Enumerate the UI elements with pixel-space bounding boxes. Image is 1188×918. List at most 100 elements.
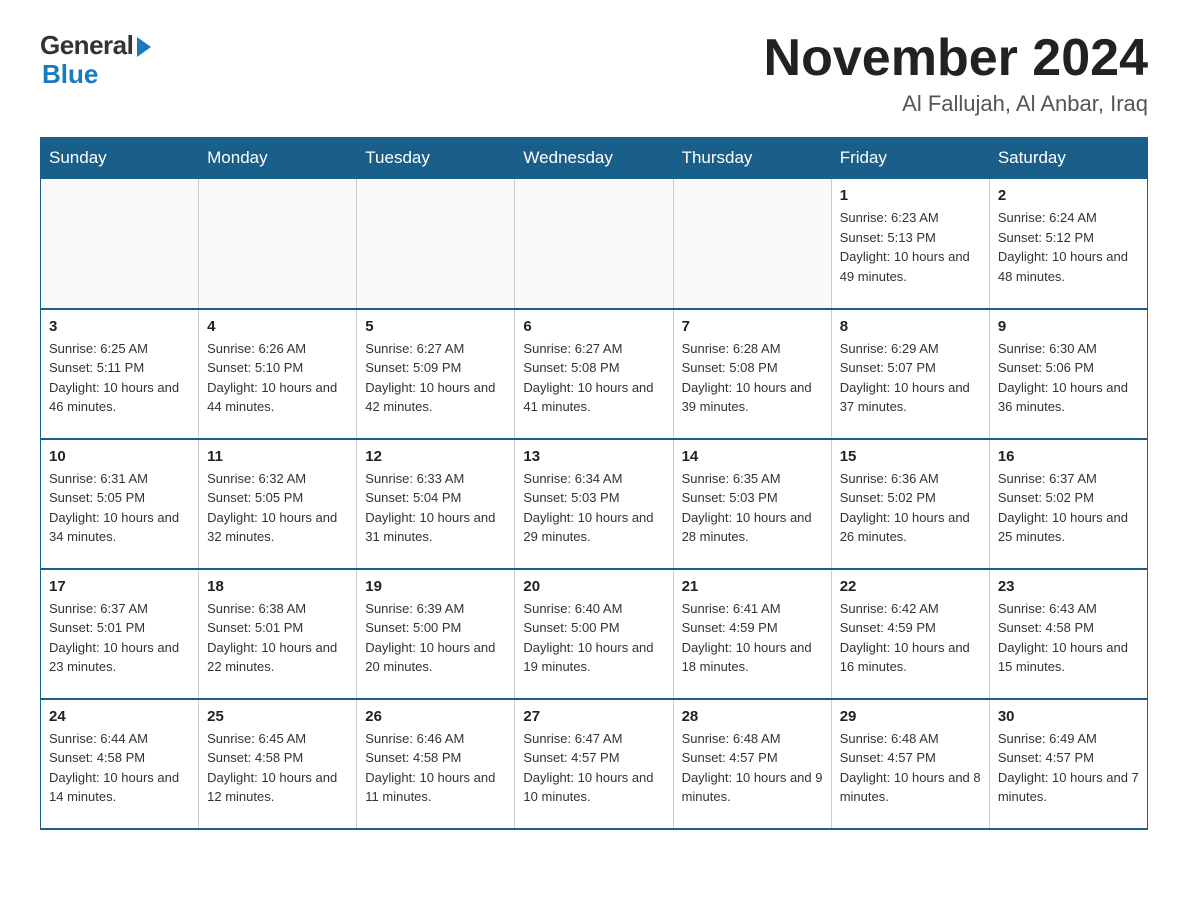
day-number: 25 bbox=[207, 708, 348, 725]
weekday-header-wednesday: Wednesday bbox=[515, 138, 673, 179]
day-info: Sunrise: 6:35 AM Sunset: 5:03 PM Dayligh… bbox=[682, 469, 823, 547]
day-info: Sunrise: 6:48 AM Sunset: 4:57 PM Dayligh… bbox=[682, 729, 823, 807]
day-number: 8 bbox=[840, 318, 981, 335]
month-title: November 2024 bbox=[764, 30, 1148, 87]
day-info: Sunrise: 6:42 AM Sunset: 4:59 PM Dayligh… bbox=[840, 599, 981, 677]
calendar-table: SundayMondayTuesdayWednesdayThursdayFrid… bbox=[40, 137, 1148, 830]
day-info: Sunrise: 6:39 AM Sunset: 5:00 PM Dayligh… bbox=[365, 599, 506, 677]
calendar-day-cell: 24 Sunrise: 6:44 AM Sunset: 4:58 PM Dayli… bbox=[41, 699, 199, 829]
day-info: Sunrise: 6:44 AM Sunset: 4:58 PM Dayligh… bbox=[49, 729, 190, 807]
weekday-header-sunday: Sunday bbox=[41, 138, 199, 179]
day-number: 30 bbox=[998, 708, 1139, 725]
day-info: Sunrise: 6:36 AM Sunset: 5:02 PM Dayligh… bbox=[840, 469, 981, 547]
day-info: Sunrise: 6:27 AM Sunset: 5:08 PM Dayligh… bbox=[523, 339, 664, 417]
weekday-header-saturday: Saturday bbox=[989, 138, 1147, 179]
day-info: Sunrise: 6:37 AM Sunset: 5:01 PM Dayligh… bbox=[49, 599, 190, 677]
day-info: Sunrise: 6:28 AM Sunset: 5:08 PM Dayligh… bbox=[682, 339, 823, 417]
calendar-header: SundayMondayTuesdayWednesdayThursdayFrid… bbox=[41, 138, 1148, 179]
calendar-day-cell: 29 Sunrise: 6:48 AM Sunset: 4:57 PM Dayli… bbox=[831, 699, 989, 829]
calendar-week-row: 17 Sunrise: 6:37 AM Sunset: 5:01 PM Dayli… bbox=[41, 569, 1148, 699]
day-number: 27 bbox=[523, 708, 664, 725]
location-title: Al Fallujah, Al Anbar, Iraq bbox=[764, 91, 1148, 117]
calendar-day-cell: 19 Sunrise: 6:39 AM Sunset: 5:00 PM Dayli… bbox=[357, 569, 515, 699]
weekday-header-monday: Monday bbox=[199, 138, 357, 179]
page-header: General Blue November 2024 Al Fallujah, … bbox=[40, 30, 1148, 117]
day-number: 4 bbox=[207, 318, 348, 335]
day-number: 21 bbox=[682, 578, 823, 595]
day-number: 18 bbox=[207, 578, 348, 595]
day-number: 1 bbox=[840, 187, 981, 204]
day-info: Sunrise: 6:27 AM Sunset: 5:09 PM Dayligh… bbox=[365, 339, 506, 417]
day-number: 17 bbox=[49, 578, 190, 595]
day-info: Sunrise: 6:43 AM Sunset: 4:58 PM Dayligh… bbox=[998, 599, 1139, 677]
day-info: Sunrise: 6:31 AM Sunset: 5:05 PM Dayligh… bbox=[49, 469, 190, 547]
day-info: Sunrise: 6:34 AM Sunset: 5:03 PM Dayligh… bbox=[523, 469, 664, 547]
day-info: Sunrise: 6:46 AM Sunset: 4:58 PM Dayligh… bbox=[365, 729, 506, 807]
calendar-day-cell: 12 Sunrise: 6:33 AM Sunset: 5:04 PM Dayli… bbox=[357, 439, 515, 569]
day-number: 5 bbox=[365, 318, 506, 335]
calendar-day-cell: 9Sunrise: 6:30 AM Sunset: 5:06 PM Daylig… bbox=[989, 309, 1147, 439]
day-info: Sunrise: 6:25 AM Sunset: 5:11 PM Dayligh… bbox=[49, 339, 190, 417]
day-info: Sunrise: 6:33 AM Sunset: 5:04 PM Dayligh… bbox=[365, 469, 506, 547]
day-info: Sunrise: 6:32 AM Sunset: 5:05 PM Dayligh… bbox=[207, 469, 348, 547]
weekday-header-thursday: Thursday bbox=[673, 138, 831, 179]
day-info: Sunrise: 6:41 AM Sunset: 4:59 PM Dayligh… bbox=[682, 599, 823, 677]
calendar-day-cell: 17 Sunrise: 6:37 AM Sunset: 5:01 PM Dayli… bbox=[41, 569, 199, 699]
logo: General Blue bbox=[40, 30, 151, 90]
day-info: Sunrise: 6:47 AM Sunset: 4:57 PM Dayligh… bbox=[523, 729, 664, 807]
calendar-day-cell: 16 Sunrise: 6:37 AM Sunset: 5:02 PM Dayli… bbox=[989, 439, 1147, 569]
logo-general-text: General bbox=[40, 30, 133, 61]
day-number: 12 bbox=[365, 448, 506, 465]
calendar-week-row: 24 Sunrise: 6:44 AM Sunset: 4:58 PM Dayli… bbox=[41, 699, 1148, 829]
day-info: Sunrise: 6:49 AM Sunset: 4:57 PM Dayligh… bbox=[998, 729, 1139, 807]
day-number: 28 bbox=[682, 708, 823, 725]
logo-blue-text: Blue bbox=[42, 59, 98, 90]
calendar-day-cell: 30 Sunrise: 6:49 AM Sunset: 4:57 PM Dayli… bbox=[989, 699, 1147, 829]
weekday-header-tuesday: Tuesday bbox=[357, 138, 515, 179]
logo-arrow-icon bbox=[137, 37, 151, 57]
calendar-day-cell: 25 Sunrise: 6:45 AM Sunset: 4:58 PM Dayli… bbox=[199, 699, 357, 829]
calendar-day-cell: 22 Sunrise: 6:42 AM Sunset: 4:59 PM Dayli… bbox=[831, 569, 989, 699]
day-number: 22 bbox=[840, 578, 981, 595]
day-number: 2 bbox=[998, 187, 1139, 204]
day-number: 7 bbox=[682, 318, 823, 335]
calendar-day-cell bbox=[357, 179, 515, 309]
day-number: 3 bbox=[49, 318, 190, 335]
calendar-day-cell: 11 Sunrise: 6:32 AM Sunset: 5:05 PM Dayli… bbox=[199, 439, 357, 569]
day-number: 9 bbox=[998, 318, 1139, 335]
day-number: 13 bbox=[523, 448, 664, 465]
day-info: Sunrise: 6:23 AM Sunset: 5:13 PM Dayligh… bbox=[840, 208, 981, 286]
calendar-day-cell bbox=[199, 179, 357, 309]
day-number: 19 bbox=[365, 578, 506, 595]
calendar-day-cell: 5 Sunrise: 6:27 AM Sunset: 5:09 PM Daylig… bbox=[357, 309, 515, 439]
calendar-day-cell: 21 Sunrise: 6:41 AM Sunset: 4:59 PM Dayli… bbox=[673, 569, 831, 699]
day-number: 29 bbox=[840, 708, 981, 725]
calendar-body: 1 Sunrise: 6:23 AM Sunset: 5:13 PM Daylig… bbox=[41, 179, 1148, 829]
title-block: November 2024 Al Fallujah, Al Anbar, Ira… bbox=[764, 30, 1148, 117]
calendar-day-cell: 14 Sunrise: 6:35 AM Sunset: 5:03 PM Dayli… bbox=[673, 439, 831, 569]
calendar-week-row: 1 Sunrise: 6:23 AM Sunset: 5:13 PM Daylig… bbox=[41, 179, 1148, 309]
day-number: 16 bbox=[998, 448, 1139, 465]
calendar-day-cell: 26Sunrise: 6:46 AM Sunset: 4:58 PM Dayli… bbox=[357, 699, 515, 829]
calendar-day-cell: 20 Sunrise: 6:40 AM Sunset: 5:00 PM Dayli… bbox=[515, 569, 673, 699]
day-info: Sunrise: 6:38 AM Sunset: 5:01 PM Dayligh… bbox=[207, 599, 348, 677]
calendar-day-cell: 13 Sunrise: 6:34 AM Sunset: 5:03 PM Dayli… bbox=[515, 439, 673, 569]
day-number: 15 bbox=[840, 448, 981, 465]
day-number: 6 bbox=[523, 318, 664, 335]
day-number: 14 bbox=[682, 448, 823, 465]
day-info: Sunrise: 6:48 AM Sunset: 4:57 PM Dayligh… bbox=[840, 729, 981, 807]
calendar-day-cell: 10Sunrise: 6:31 AM Sunset: 5:05 PM Dayli… bbox=[41, 439, 199, 569]
day-number: 20 bbox=[523, 578, 664, 595]
day-info: Sunrise: 6:40 AM Sunset: 5:00 PM Dayligh… bbox=[523, 599, 664, 677]
calendar-day-cell bbox=[41, 179, 199, 309]
day-info: Sunrise: 6:45 AM Sunset: 4:58 PM Dayligh… bbox=[207, 729, 348, 807]
day-info: Sunrise: 6:37 AM Sunset: 5:02 PM Dayligh… bbox=[998, 469, 1139, 547]
day-info: Sunrise: 6:29 AM Sunset: 5:07 PM Dayligh… bbox=[840, 339, 981, 417]
day-info: Sunrise: 6:26 AM Sunset: 5:10 PM Dayligh… bbox=[207, 339, 348, 417]
calendar-day-cell: 18 Sunrise: 6:38 AM Sunset: 5:01 PM Dayli… bbox=[199, 569, 357, 699]
calendar-week-row: 10Sunrise: 6:31 AM Sunset: 5:05 PM Dayli… bbox=[41, 439, 1148, 569]
day-number: 11 bbox=[207, 448, 348, 465]
day-number: 24 bbox=[49, 708, 190, 725]
calendar-day-cell: 4 Sunrise: 6:26 AM Sunset: 5:10 PM Daylig… bbox=[199, 309, 357, 439]
calendar-day-cell: 15 Sunrise: 6:36 AM Sunset: 5:02 PM Dayli… bbox=[831, 439, 989, 569]
